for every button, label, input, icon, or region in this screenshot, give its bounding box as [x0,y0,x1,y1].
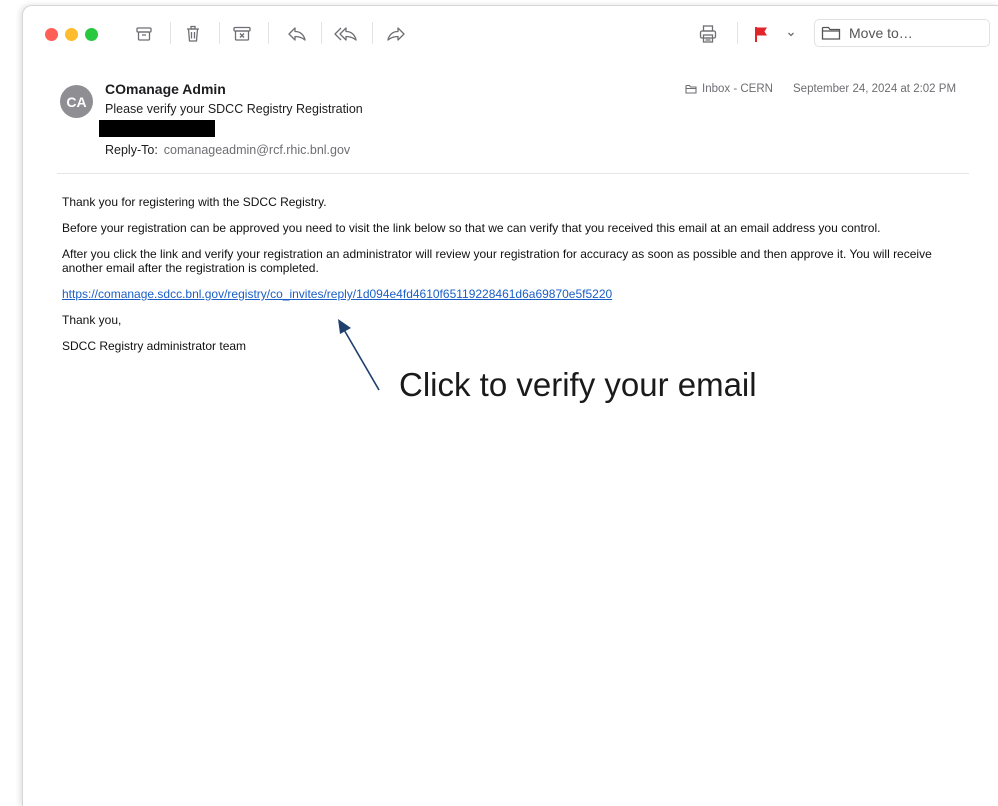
annotation-text: Click to verify your email [399,366,757,403]
annotation-arrow [338,319,380,391]
mail-window: Move to… CA COmanage Admin Please verify… [22,5,998,806]
